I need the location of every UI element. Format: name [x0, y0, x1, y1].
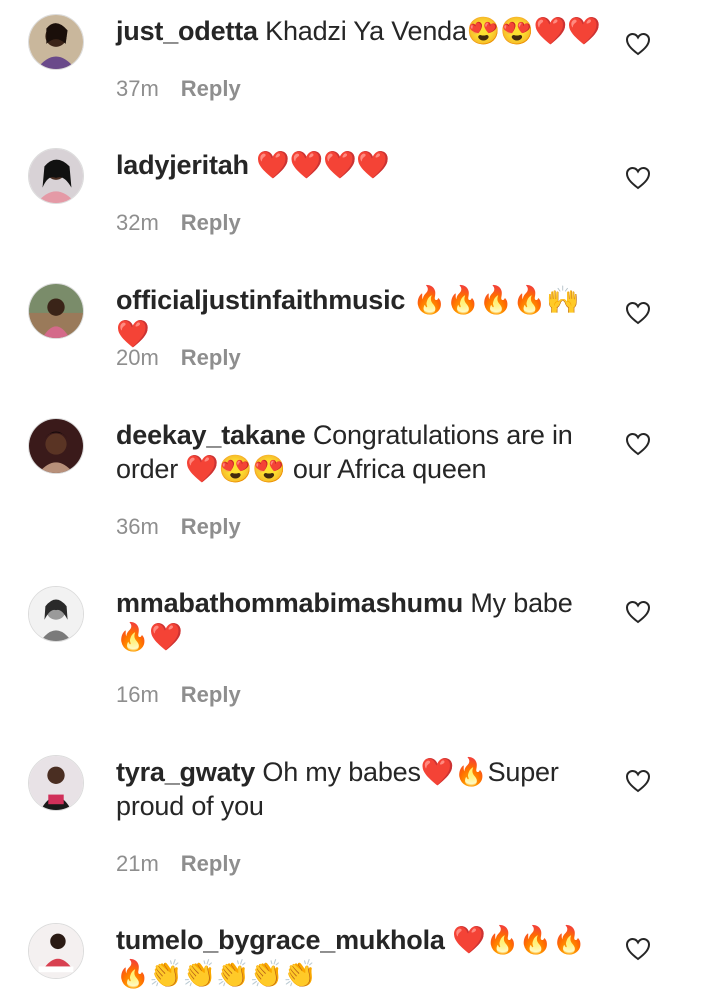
comment-username[interactable]: just_odetta	[116, 16, 258, 46]
like-heart-icon[interactable]	[625, 301, 651, 325]
reply-button[interactable]: Reply	[181, 345, 241, 371]
comment-text: ❤️❤️❤️❤️	[256, 150, 390, 180]
reply-button[interactable]: Reply	[181, 514, 241, 540]
comment-meta: 32m Reply	[116, 210, 241, 236]
comment-body: officialjustinfaithmusic 🔥🔥🔥🔥🙌❤️	[116, 283, 606, 351]
reply-button[interactable]: Reply	[181, 682, 241, 708]
comment-body: tyra_gwaty Oh my babes❤️🔥Super proud of …	[116, 755, 606, 823]
comment-meta: 20m Reply	[116, 345, 241, 371]
comment-body: mmabathommabimashumu My babe 🔥❤️	[116, 586, 606, 654]
comment-body: ladyjeritah ❤️❤️❤️❤️	[116, 148, 606, 182]
like-heart-icon[interactable]	[625, 166, 651, 190]
comment-username[interactable]: tyra_gwaty	[116, 757, 255, 787]
avatar[interactable]	[28, 14, 84, 70]
comment-meta: 16m Reply	[116, 682, 241, 708]
comment-list: just_odetta Khadzi Ya Venda😍😍❤️❤️ 37m Re…	[0, 0, 720, 992]
comment-time: 16m	[116, 682, 159, 707]
comment-text: Khadzi Ya Venda😍😍❤️❤️	[265, 16, 601, 46]
comment-meta: 21m Reply	[116, 851, 241, 877]
comment-time: 32m	[116, 210, 159, 235]
comment-body: just_odetta Khadzi Ya Venda😍😍❤️❤️	[116, 14, 606, 48]
avatar[interactable]	[28, 418, 84, 474]
comment-username[interactable]: ladyjeritah	[116, 150, 249, 180]
comment-body: deekay_takane Congratulations are in ord…	[116, 418, 606, 486]
reply-button[interactable]: Reply	[181, 851, 241, 877]
comment-username[interactable]: tumelo_bygrace_mukhola	[116, 925, 445, 955]
like-heart-icon[interactable]	[625, 937, 651, 961]
comment-username[interactable]: mmabathommabimashumu	[116, 588, 463, 618]
avatar[interactable]	[28, 586, 84, 642]
like-heart-icon[interactable]	[625, 32, 651, 56]
comment-username[interactable]: deekay_takane	[116, 420, 306, 450]
like-heart-icon[interactable]	[625, 432, 651, 456]
avatar[interactable]	[28, 755, 84, 811]
avatar[interactable]	[28, 923, 84, 979]
comment-meta: 37m Reply	[116, 76, 241, 102]
comment-time: 36m	[116, 514, 159, 539]
comment-time: 37m	[116, 76, 159, 101]
reply-button[interactable]: Reply	[181, 76, 241, 102]
comment-username[interactable]: officialjustinfaithmusic	[116, 285, 405, 315]
comment-meta: 36m Reply	[116, 514, 241, 540]
like-heart-icon[interactable]	[625, 769, 651, 793]
comment-body: tumelo_bygrace_mukhola ❤️🔥🔥🔥🔥👏👏👏👏👏	[116, 923, 606, 991]
like-heart-icon[interactable]	[625, 600, 651, 624]
avatar[interactable]	[28, 148, 84, 204]
reply-button[interactable]: Reply	[181, 210, 241, 236]
comment-time: 20m	[116, 345, 159, 370]
comment-time: 21m	[116, 851, 159, 876]
avatar[interactable]	[28, 283, 84, 339]
